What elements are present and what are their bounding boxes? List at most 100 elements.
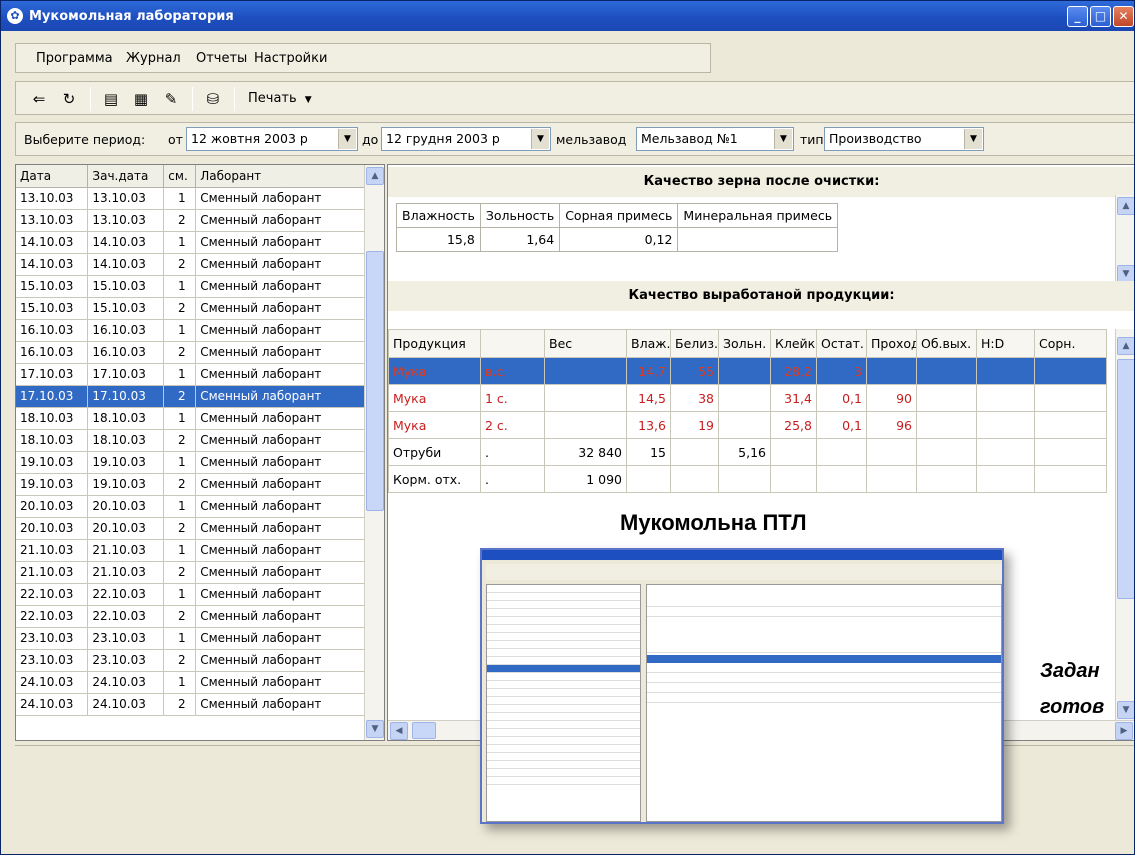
column-header[interactable]: Зач.дата: [87, 165, 165, 188]
clear-icon[interactable]: ✎: [160, 88, 182, 110]
scroll-up-icon[interactable]: ▲: [1117, 197, 1134, 215]
journal-row[interactable]: 18.10.03 18.10.03 2 Сменный лаборант: [16, 429, 365, 452]
journal-row[interactable]: 23.10.03 23.10.03 1 Сменный лаборант: [16, 627, 365, 650]
database-icon[interactable]: ⛁: [202, 88, 224, 110]
column-header[interactable]: Белиз.: [670, 329, 719, 358]
journal-row[interactable]: 19.10.03 19.10.03 1 Сменный лаборант: [16, 451, 365, 474]
scroll-thumb[interactable]: [366, 251, 384, 511]
journal-row[interactable]: 24.10.03 24.10.03 2 Сменный лаборант: [16, 693, 365, 716]
journal-row[interactable]: 22.10.03 22.10.03 2 Сменный лаборант: [16, 605, 365, 628]
journal-cell: 20.10.03: [16, 517, 89, 540]
column-header[interactable]: Сорн.: [1034, 329, 1107, 358]
column-header[interactable]: Влаж.: [626, 329, 671, 358]
scroll-down-icon[interactable]: ▼: [1117, 701, 1134, 719]
type-select[interactable]: Производство ▼: [824, 127, 984, 151]
journal-scrollbar[interactable]: ▲ ▼: [364, 165, 384, 740]
exit-icon[interactable]: ⇐: [28, 88, 50, 110]
column-header[interactable]: см.: [163, 165, 197, 188]
scroll-up-icon[interactable]: ▲: [1117, 337, 1134, 355]
journal-cell: 23.10.03: [87, 627, 165, 650]
column-header[interactable]: Проход: [866, 329, 917, 358]
journal-row[interactable]: 21.10.03 21.10.03 1 Сменный лаборант: [16, 539, 365, 562]
product-row[interactable]: Мука 2 с. 13,6 19 25,8 0,1 96: [388, 411, 1107, 439]
column-header[interactable]: Продукция: [388, 329, 481, 358]
product-header-row: Продукция Вес Влаж. Белиз. Зольн. Клейк.…: [388, 329, 1107, 358]
chevron-down-icon[interactable]: ▼: [338, 129, 356, 149]
journal-row[interactable]: 21.10.03 21.10.03 2 Сменный лаборант: [16, 561, 365, 584]
to-date-value: 12 грудня 2003 р: [386, 131, 500, 146]
maximize-button[interactable]: □: [1090, 6, 1111, 27]
product-row[interactable]: Корм. отх.. 1 090: [388, 465, 1107, 493]
grain-scrollbar[interactable]: ▲ ▼: [1115, 195, 1134, 285]
edit-table-icon[interactable]: ▦: [130, 88, 152, 110]
journal-cell: 18.10.03: [87, 407, 165, 430]
journal-row[interactable]: 24.10.03 24.10.03 1 Сменный лаборант: [16, 671, 365, 694]
product-cell: [718, 411, 771, 439]
scroll-thumb[interactable]: [1117, 359, 1134, 599]
column-header[interactable]: Дата: [16, 165, 89, 188]
refresh-icon[interactable]: ↻: [58, 88, 80, 110]
journal-row[interactable]: 17.10.03 17.10.03 1 Сменный лаборант: [16, 363, 365, 386]
journal-row[interactable]: 19.10.03 19.10.03 2 Сменный лаборант: [16, 473, 365, 496]
product-cell: [1034, 357, 1107, 385]
journal-row[interactable]: 15.10.03 15.10.03 1 Сменный лаборант: [16, 275, 365, 298]
scroll-up-icon[interactable]: ▲: [366, 167, 384, 185]
grain-mineral-value[interactable]: [677, 227, 839, 252]
journal-row[interactable]: 18.10.03 18.10.03 1 Сменный лаборант: [16, 407, 365, 430]
product-row[interactable]: Мука 1 с. 14,5 38 31,4 0,1 90: [388, 384, 1107, 412]
journal-cell: Сменный лаборант: [195, 429, 365, 452]
journal-row[interactable]: 13.10.03 13.10.03 2 Сменный лаборант: [16, 209, 365, 232]
scroll-right-icon[interactable]: ▶: [1115, 722, 1133, 740]
chevron-down-icon[interactable]: ▼: [531, 129, 549, 149]
grain-weed-value[interactable]: 0,12: [559, 227, 679, 252]
to-date-picker[interactable]: 12 грудня 2003 р ▼: [381, 127, 551, 151]
grain-moisture-value[interactable]: 15,8: [396, 227, 481, 252]
product-cell: [1034, 438, 1107, 466]
journal-row[interactable]: 20.10.03 20.10.03 2 Сменный лаборант: [16, 517, 365, 540]
print-button[interactable]: Печать ▼: [248, 91, 312, 106]
menu-reports[interactable]: Отчеты: [196, 51, 247, 66]
from-date-picker[interactable]: 12 жовтня 2003 р ▼: [186, 127, 358, 151]
menu-settings[interactable]: Настройки: [254, 51, 327, 66]
journal-row[interactable]: 23.10.03 23.10.03 2 Сменный лаборант: [16, 649, 365, 672]
scroll-thumb[interactable]: [412, 722, 436, 739]
column-header[interactable]: H:D: [976, 329, 1035, 358]
scroll-down-icon[interactable]: ▼: [366, 720, 384, 738]
journal-row[interactable]: 17.10.03 17.10.03 2 Сменный лаборант: [16, 385, 365, 408]
journal-row[interactable]: 16.10.03 16.10.03 2 Сменный лаборант: [16, 341, 365, 364]
grain-column-header: Влажность: [396, 203, 481, 228]
minimize-button[interactable]: _: [1067, 6, 1088, 27]
column-header[interactable]: Вес: [544, 329, 627, 358]
journal-row[interactable]: 20.10.03 20.10.03 1 Сменный лаборант: [16, 495, 365, 518]
journal-row[interactable]: 14.10.03 14.10.03 2 Сменный лаборант: [16, 253, 365, 276]
table-icon[interactable]: ▤: [100, 88, 122, 110]
product-row[interactable]: Отруби. 32 840 15 5,16: [388, 438, 1107, 466]
menu-journal[interactable]: Журнал: [126, 51, 181, 66]
journal-row[interactable]: 22.10.03 22.10.03 1 Сменный лаборант: [16, 583, 365, 606]
column-header[interactable]: Об.вых.: [916, 329, 977, 358]
mill-select[interactable]: Мельзавод №1 ▼: [636, 127, 794, 151]
journal-row[interactable]: 13.10.03 13.10.03 1 Сменный лаборант: [16, 187, 365, 210]
column-header[interactable]: Клейк.: [770, 329, 817, 358]
scroll-left-icon[interactable]: ◀: [390, 722, 408, 740]
product-row[interactable]: Мука в.с. 14,7 55 28,2 3: [388, 357, 1107, 385]
chevron-down-icon[interactable]: ▼: [774, 129, 792, 149]
product-cell: [1034, 465, 1107, 493]
product-cell: [866, 357, 917, 385]
journal-row[interactable]: 14.10.03 14.10.03 1 Сменный лаборант: [16, 231, 365, 254]
column-header[interactable]: [480, 329, 545, 358]
journal-cell: Сменный лаборант: [195, 583, 365, 606]
journal-cell: 24.10.03: [87, 693, 165, 716]
menu-program[interactable]: Программа: [36, 51, 113, 66]
column-header[interactable]: Лаборант: [195, 165, 365, 188]
grain-ash-value[interactable]: 1,64: [479, 227, 561, 252]
column-header[interactable]: Зольн.: [718, 329, 771, 358]
chevron-down-icon[interactable]: ▼: [964, 129, 982, 149]
app-icon: ✿: [7, 8, 23, 24]
product-scrollbar[interactable]: ▲ ▼: [1115, 329, 1134, 721]
column-header[interactable]: Остат.: [816, 329, 867, 358]
journal-row[interactable]: 16.10.03 16.10.03 1 Сменный лаборант: [16, 319, 365, 342]
side-text-line: Задан: [1040, 660, 1100, 682]
close-button[interactable]: ✕: [1113, 6, 1134, 27]
journal-row[interactable]: 15.10.03 15.10.03 2 Сменный лаборант: [16, 297, 365, 320]
